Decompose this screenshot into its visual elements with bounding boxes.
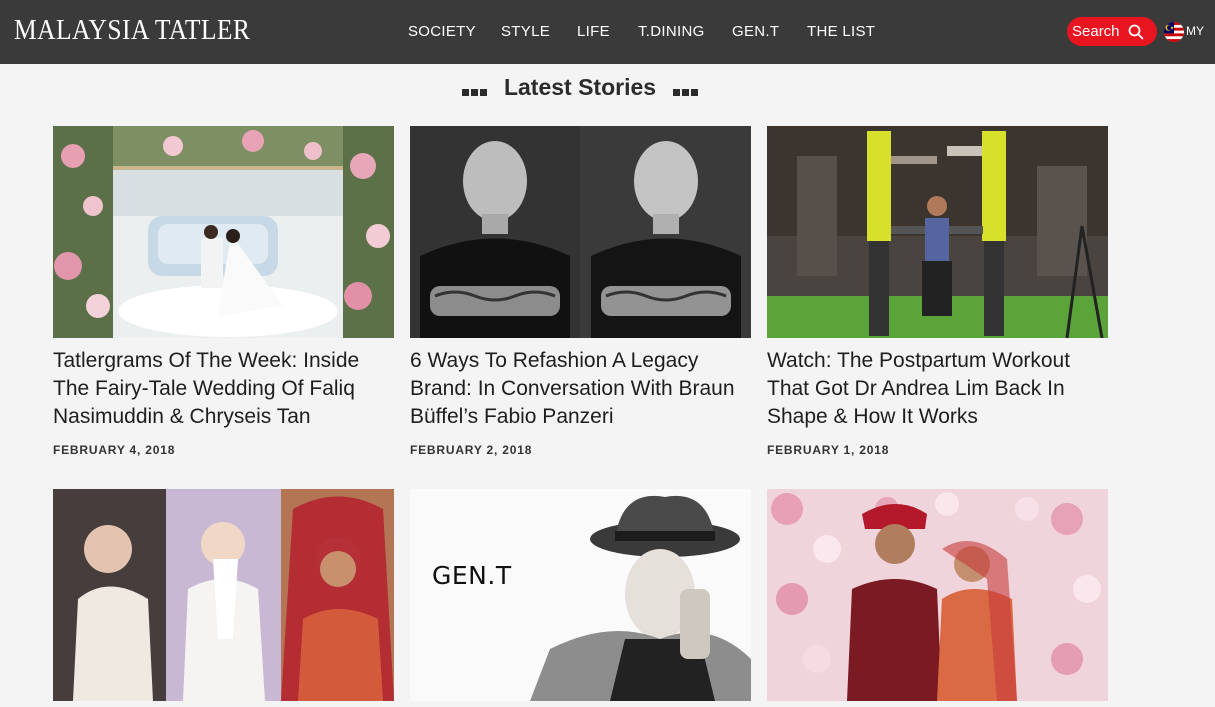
story-title[interactable]: 6 Ways To Refashion A Legacy Brand: In C… — [410, 347, 751, 431]
search-label: Search — [1072, 23, 1120, 40]
search-button[interactable]: Search — [1067, 17, 1157, 46]
story-image-gent[interactable]: GEN.T — [410, 489, 751, 701]
story-date: FEBRUARY 4, 2018 — [53, 443, 176, 457]
region-label[interactable]: MY — [1186, 24, 1204, 38]
story-image-portrait[interactable] — [410, 126, 751, 338]
site-logo[interactable]: MALAYSIA TATLER — [14, 14, 250, 47]
story-image-gym[interactable] — [767, 126, 1108, 338]
decorative-squares-icon — [461, 75, 488, 102]
section-title: Latest Stories — [503, 74, 657, 100]
story-image-brides[interactable] — [53, 489, 394, 701]
search-icon — [1128, 24, 1144, 40]
section-heading: Latest Stories — [0, 74, 1160, 102]
malaysia-flag-icon[interactable] — [1164, 22, 1184, 42]
site-header: MALAYSIA TATLER SOCIETY STYLE LIFE T.DIN… — [0, 0, 1215, 64]
story-title[interactable]: Tatlergrams Of The Week: Inside The Fair… — [53, 347, 394, 431]
story-image-wedding[interactable] — [53, 126, 394, 338]
nav-item-tdining[interactable]: T.DINING — [638, 23, 705, 40]
nav-item-life[interactable]: LIFE — [577, 23, 610, 40]
nav-item-the-list[interactable]: THE LIST — [807, 23, 875, 40]
gent-image-logo: GEN.T — [432, 561, 512, 590]
nav-item-gent[interactable]: GEN.T — [732, 23, 779, 40]
nav-item-society[interactable]: SOCIETY — [408, 23, 476, 40]
decorative-squares-icon — [672, 75, 699, 102]
story-date: FEBRUARY 2, 2018 — [410, 443, 533, 457]
nav-item-style[interactable]: STYLE — [501, 23, 550, 40]
story-date: FEBRUARY 1, 2018 — [767, 443, 890, 457]
story-title[interactable]: Watch: The Postpartum Workout That Got D… — [767, 347, 1108, 431]
story-image-couple[interactable] — [767, 489, 1108, 701]
